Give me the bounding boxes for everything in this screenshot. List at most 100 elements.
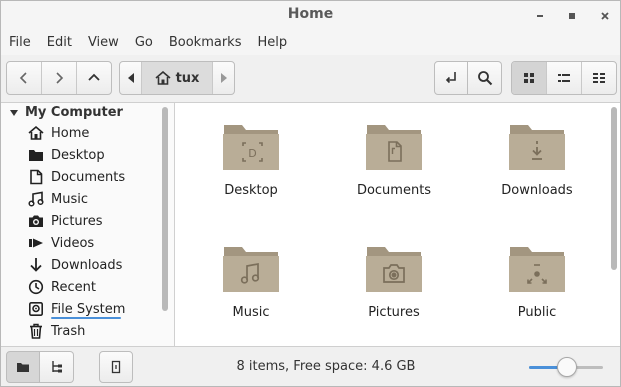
desktop-folder-icon [28, 147, 44, 163]
sidebar-section-header[interactable]: My Computer [9, 105, 123, 120]
chevron-left-icon [19, 72, 27, 84]
documents-icon [28, 169, 44, 185]
maximize-icon [569, 13, 575, 19]
folder-icon [17, 363, 29, 372]
menu-bar: File Edit View Go Bookmarks Help [1, 31, 620, 55]
search-icon [477, 71, 492, 86]
sidebar-item-label: Documents [51, 169, 126, 185]
home-icon [28, 125, 44, 141]
close-icon [601, 12, 609, 20]
sidebar-item-label: Downloads [51, 257, 123, 273]
folder-desktop-icon: D [223, 125, 279, 170]
folder-music-icon [223, 247, 279, 292]
sidebar-item-recent[interactable]: Recent [28, 277, 96, 297]
chevron-right-icon [56, 72, 64, 84]
sidebar-item-label: File System [51, 301, 126, 317]
download-icon [28, 257, 44, 273]
tree-view-icon [51, 361, 62, 373]
sidebar-item-desktop[interactable]: Desktop [28, 145, 105, 165]
sidebar-scrollbar[interactable] [162, 107, 168, 311]
folder-item[interactable]: Music [191, 225, 311, 337]
sidebar-item-label: Videos [51, 235, 95, 251]
sidebar-item-trash[interactable]: Trash [28, 321, 85, 341]
icon-view-button[interactable] [512, 62, 547, 94]
folder-item[interactable]: Public [477, 225, 597, 337]
menu-file[interactable]: File [1, 31, 39, 55]
status-bar: 8 items, Free space: 4.6 GB [1, 346, 620, 386]
video-icon [28, 235, 44, 251]
camera-icon [28, 213, 44, 229]
folder-pictures-icon [366, 247, 422, 292]
sidebar-item-home[interactable]: Home [28, 123, 89, 143]
home-icon [155, 71, 171, 85]
path-scroll-right-button[interactable] [212, 62, 234, 94]
back-button[interactable] [7, 62, 42, 94]
sidebar-item-label: Home [51, 125, 90, 141]
grid-icon [524, 73, 534, 83]
minimize-button[interactable] [532, 8, 548, 24]
path-bar: tux [119, 61, 235, 95]
navigation-buttons [6, 61, 112, 95]
sidebar-section-title: My Computer [25, 105, 123, 120]
sidebar-item-music[interactable]: Music [28, 189, 88, 209]
folder-item[interactable]: D Desktop [191, 103, 311, 215]
sidebar-item-label: Music [51, 191, 88, 207]
sidebar-item-label: Trash [51, 323, 86, 339]
sidebar-toggle-icon [111, 360, 121, 374]
menu-help[interactable]: Help [249, 31, 295, 55]
location-entry-icon [445, 72, 456, 84]
compact-list-icon [593, 73, 605, 83]
toggle-location-button[interactable] [434, 61, 468, 95]
menu-view[interactable]: View [80, 31, 127, 55]
folder-label: Desktop [224, 183, 278, 198]
folder-item[interactable]: Downloads [477, 103, 597, 215]
folder-item[interactable]: Pictures [334, 225, 454, 337]
hide-sidebar-button[interactable] [99, 351, 133, 383]
forward-button[interactable] [42, 62, 77, 94]
sidebar-item-downloads[interactable]: Downloads [28, 255, 122, 275]
svg-text:D: D [248, 147, 256, 160]
music-icon [28, 191, 44, 207]
close-button[interactable] [597, 8, 613, 24]
triangle-right-icon [220, 73, 227, 83]
list-icon [558, 74, 570, 82]
sidebar-item-file-system[interactable]: File System [28, 299, 125, 319]
sidebar-item-videos[interactable]: Videos [28, 233, 94, 253]
compact-view-button[interactable] [582, 62, 616, 94]
folder-documents-icon [366, 125, 422, 170]
view-mode-buttons [511, 61, 617, 95]
status-text: 8 items, Free space: 4.6 GB [236, 359, 416, 374]
path-scroll-left-button[interactable] [120, 62, 142, 94]
folder-label: Public [517, 305, 557, 320]
toolbar: tux [1, 55, 620, 103]
sidebar-item-pictures[interactable]: Pictures [28, 211, 102, 231]
menu-bookmarks[interactable]: Bookmarks [161, 31, 250, 55]
folder-label: Pictures [368, 305, 420, 320]
folder-label: Music [232, 305, 270, 320]
sidebar-item-label: Recent [51, 279, 96, 295]
clock-icon [28, 279, 44, 295]
show-places-button[interactable] [6, 351, 40, 383]
sidebar-item-label: Desktop [51, 147, 105, 163]
folder-item[interactable]: Documents [334, 103, 454, 215]
search-button[interactable] [468, 61, 502, 95]
minimize-icon [537, 15, 543, 17]
sidebar-item-documents[interactable]: Documents [28, 167, 125, 187]
drive-usage-bar [51, 317, 121, 319]
up-button[interactable] [77, 62, 111, 94]
maximize-button[interactable] [564, 8, 580, 24]
file-view-scrollbar[interactable] [611, 107, 617, 270]
path-crumb-label: tux [175, 70, 200, 86]
triangle-left-icon [127, 73, 134, 83]
trash-icon [28, 323, 44, 339]
drive-icon [28, 301, 44, 317]
expander-down-icon [10, 109, 18, 116]
list-view-button[interactable] [547, 62, 582, 94]
path-crumb-home[interactable]: tux [142, 62, 212, 94]
zoom-slider-handle[interactable] [557, 357, 578, 377]
menu-go[interactable]: Go [127, 31, 161, 55]
sidebar: My Computer Home Desktop Documents Music… [1, 103, 175, 346]
file-manager-window: Home File Edit View Go Bookmarks Help tu… [0, 0, 621, 387]
show-treeview-button[interactable] [40, 351, 74, 383]
menu-edit[interactable]: Edit [39, 31, 80, 55]
